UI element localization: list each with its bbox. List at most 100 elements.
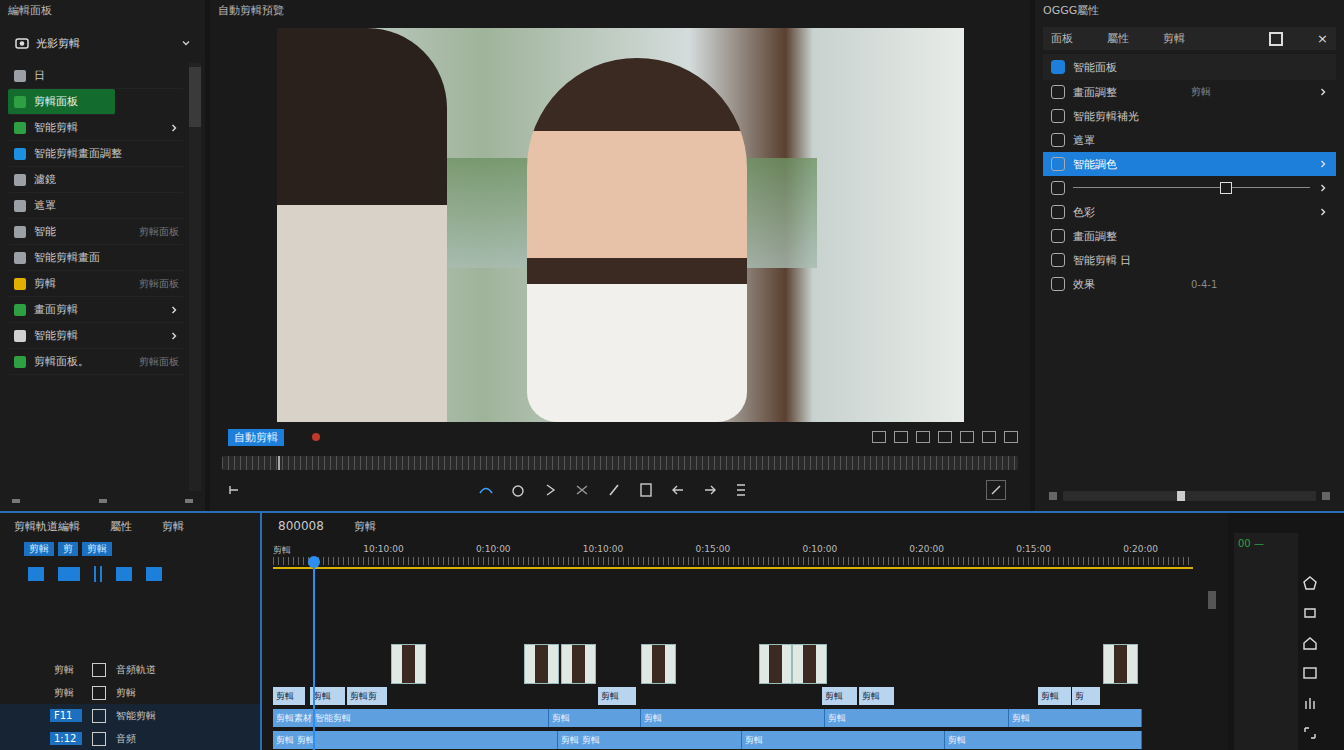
- clip[interactable]: [759, 644, 792, 684]
- clip[interactable]: 剪輯: [1009, 709, 1142, 727]
- pen-icon[interactable]: [606, 482, 622, 498]
- property-row[interactable]: [1043, 176, 1336, 200]
- property-row[interactable]: 畫面調整: [1043, 224, 1336, 248]
- clip[interactable]: [641, 644, 676, 684]
- sidebar-item[interactable]: 智能剪輯面板: [8, 219, 185, 245]
- tab[interactable]: 剪輯: [1163, 31, 1185, 46]
- clip[interactable]: 剪輯: [1038, 687, 1071, 705]
- footer-dot-icon[interactable]: [185, 499, 193, 503]
- pentagon-icon[interactable]: [1302, 575, 1318, 591]
- clip[interactable]: 剪輯: [825, 709, 1009, 727]
- tab[interactable]: 屬性: [1107, 31, 1129, 46]
- view-option-icon[interactable]: [938, 431, 952, 443]
- zoom-out-icon[interactable]: [1049, 492, 1057, 500]
- property-row[interactable]: 遮罩: [1043, 128, 1336, 152]
- sidebar-item[interactable]: 剪輯剪輯面板: [8, 271, 185, 297]
- playhead[interactable]: [313, 560, 315, 750]
- scrubber[interactable]: [222, 456, 1018, 470]
- track-badge[interactable]: F11: [50, 709, 82, 722]
- sidebar-item[interactable]: 智能剪輯: [8, 115, 185, 141]
- sidebar-item[interactable]: 日: [8, 63, 185, 89]
- tab[interactable]: 面板: [1051, 31, 1073, 46]
- magnet-tool-icon[interactable]: [146, 567, 162, 581]
- sidebar-item[interactable]: 剪輯面板。剪輯面板: [8, 349, 185, 375]
- play-icon[interactable]: [542, 482, 558, 498]
- view-option-icon[interactable]: [960, 431, 974, 443]
- clip[interactable]: [1103, 644, 1138, 684]
- sidebar-item[interactable]: 遮罩: [8, 193, 185, 219]
- property-row[interactable]: 畫面調整剪輯: [1043, 80, 1336, 104]
- track-header[interactable]: F11智能剪輯: [0, 704, 260, 727]
- zoom-knob[interactable]: [1177, 491, 1185, 501]
- view-option-icon[interactable]: [1004, 431, 1018, 443]
- chip[interactable]: 剪輯: [24, 542, 54, 556]
- record-icon[interactable]: [312, 433, 320, 441]
- property-slider[interactable]: [1073, 181, 1310, 195]
- zoom-slider[interactable]: [1063, 491, 1316, 501]
- square-tool-icon[interactable]: [28, 567, 44, 581]
- fullscreen-icon[interactable]: [986, 480, 1006, 500]
- sidebar-item[interactable]: 智能剪輯: [8, 323, 185, 349]
- track-header[interactable]: 剪輯剪輯: [0, 681, 260, 704]
- chip[interactable]: 剪: [58, 542, 78, 556]
- close-button[interactable]: ×: [1317, 31, 1328, 46]
- property-row[interactable]: 智能剪輯補光: [1043, 104, 1336, 128]
- clip[interactable]: [792, 644, 827, 684]
- transform-icon[interactable]: [1302, 725, 1318, 741]
- track-header[interactable]: 剪輯音頻軌道: [0, 658, 260, 681]
- footer-dot-icon[interactable]: [12, 499, 20, 503]
- chip[interactable]: 剪輯: [82, 542, 112, 556]
- list-icon[interactable]: [734, 482, 750, 498]
- footer-dot-icon[interactable]: [99, 499, 107, 503]
- clip[interactable]: 剪輯: [822, 687, 857, 705]
- clip[interactable]: 剪: [1072, 687, 1100, 705]
- curve-icon[interactable]: [478, 482, 494, 498]
- property-row[interactable]: 智能剪輯 日: [1043, 248, 1336, 272]
- sidebar-item[interactable]: 剪輯面板: [8, 89, 115, 115]
- view-option-icon[interactable]: [916, 431, 930, 443]
- track-header[interactable]: 1:12音頻: [0, 727, 260, 750]
- panel-toggle-icon[interactable]: [1269, 32, 1283, 46]
- property-row[interactable]: 效果0-4-1: [1043, 272, 1336, 296]
- zoom-in-icon[interactable]: [1322, 492, 1330, 500]
- playhead-knob[interactable]: [308, 556, 320, 568]
- property-row[interactable]: 智能調色: [1043, 152, 1336, 176]
- property-row[interactable]: 智能面板: [1043, 54, 1336, 80]
- track-badge[interactable]: 剪輯: [50, 685, 82, 701]
- slider-knob[interactable]: [1220, 182, 1232, 194]
- cut-icon[interactable]: [574, 482, 590, 498]
- back-icon[interactable]: [226, 482, 242, 498]
- clip-icon[interactable]: [1302, 605, 1318, 621]
- home-icon[interactable]: [1302, 635, 1318, 651]
- sidebar-item[interactable]: 智能剪輯畫面調整: [8, 141, 185, 167]
- clip[interactable]: 剪輯 剪輯: [558, 731, 742, 749]
- track-badge[interactable]: 1:12: [50, 732, 82, 745]
- view-option-icon[interactable]: [894, 431, 908, 443]
- arrow-right-icon[interactable]: [702, 482, 718, 498]
- clip[interactable]: [524, 644, 559, 684]
- scrollbar-thumb[interactable]: [189, 67, 201, 127]
- clip[interactable]: 剪輯: [310, 687, 345, 705]
- clip[interactable]: 剪輯: [945, 731, 1143, 749]
- clip[interactable]: 剪輯 剪輯: [273, 731, 558, 749]
- marker-tool-icon[interactable]: [116, 567, 132, 581]
- clip[interactable]: 剪輯: [742, 731, 944, 749]
- arrow-left-icon[interactable]: [670, 482, 686, 498]
- view-option-icon[interactable]: [982, 431, 996, 443]
- sidebar-item[interactable]: 畫面剪輯: [8, 297, 185, 323]
- scrollbar[interactable]: [189, 63, 201, 491]
- sidebar-item[interactable]: 智能剪輯畫面: [8, 245, 185, 271]
- split-tool-icon[interactable]: [94, 566, 102, 582]
- clip[interactable]: [391, 644, 426, 684]
- view-option-icon[interactable]: [872, 431, 886, 443]
- property-row[interactable]: 色彩: [1043, 200, 1336, 224]
- clip[interactable]: 剪輯: [859, 687, 894, 705]
- clip[interactable]: 剪輯: [598, 687, 637, 705]
- sidebar-item[interactable]: 濾鏡: [8, 167, 185, 193]
- track-badge[interactable]: 剪輯: [50, 662, 82, 678]
- rotate-icon[interactable]: [510, 482, 526, 498]
- track-tab[interactable]: 剪輯: [162, 519, 184, 534]
- effect-dropdown[interactable]: 光影剪輯: [8, 29, 197, 57]
- auto-edit-tag[interactable]: 自動剪輯: [228, 429, 284, 446]
- clip[interactable]: 剪輯: [273, 687, 305, 705]
